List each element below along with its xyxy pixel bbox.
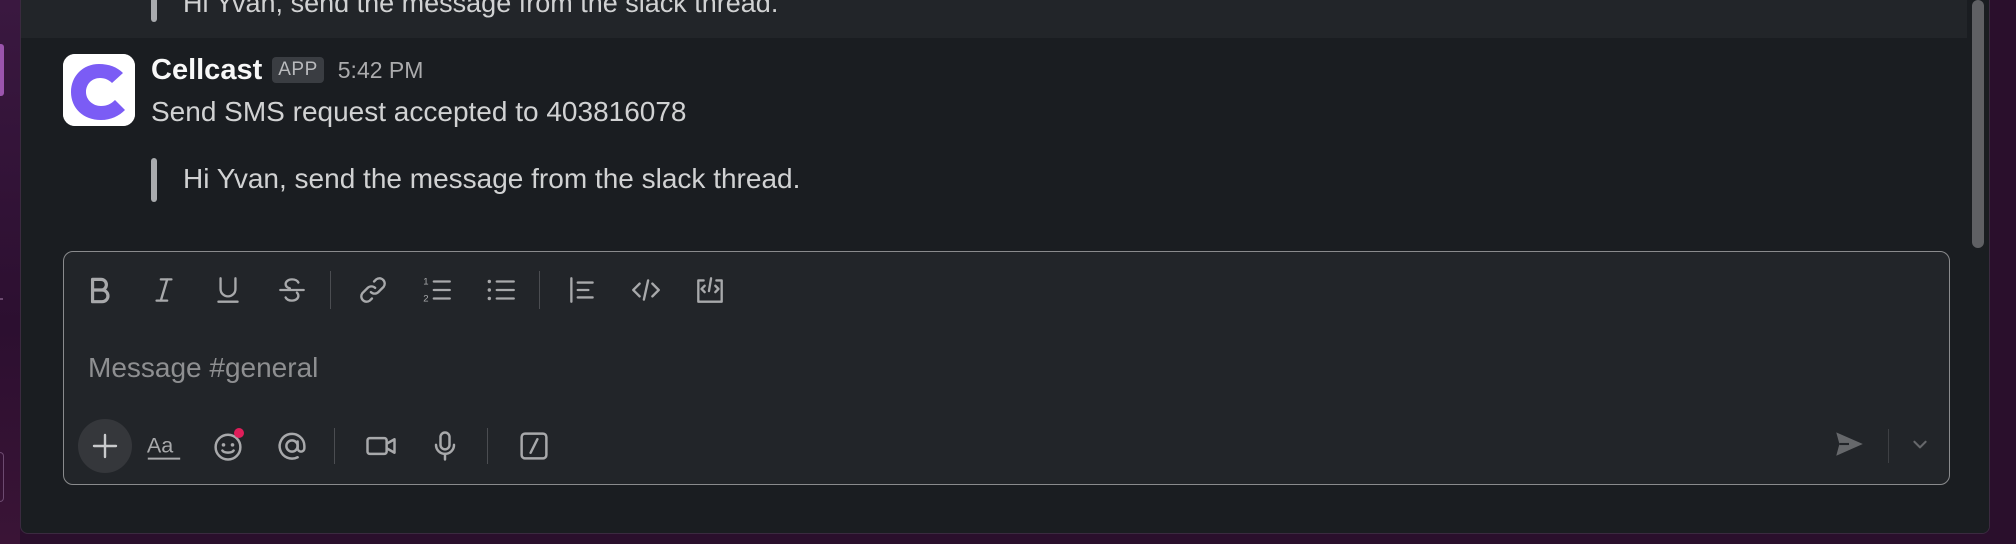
blockquote-icon	[570, 277, 594, 303]
bulleted-list-button[interactable]	[479, 268, 523, 312]
toolbar-divider	[539, 271, 540, 309]
code-block-button[interactable]	[688, 268, 732, 312]
strikethrough-button[interactable]	[270, 268, 314, 312]
app-badge: APP	[272, 57, 324, 83]
mention-button[interactable]	[270, 424, 314, 468]
ordered-list-icon: 12	[423, 277, 451, 305]
strikethrough-icon	[279, 278, 305, 302]
video-icon	[366, 436, 396, 456]
composer-actions: Aa	[78, 418, 576, 474]
slash-command-icon	[520, 432, 548, 460]
text-formatting-icon: Aa	[147, 432, 181, 460]
sidebar-item-outline[interactable]	[0, 452, 4, 502]
message-header: Cellcast APP 5:42 PM	[151, 50, 423, 90]
toolbar-divider	[330, 271, 331, 309]
toolbar-divider	[334, 428, 335, 464]
link-button[interactable]	[351, 268, 395, 312]
underline-button[interactable]	[206, 268, 250, 312]
blockquote-button[interactable]	[560, 268, 604, 312]
cellcast-avatar[interactable]	[63, 54, 135, 126]
send-icon	[1836, 431, 1863, 456]
cellcast-logo-icon	[63, 54, 135, 126]
message-timestamp[interactable]: 5:42 PM	[338, 57, 424, 84]
link-icon	[360, 277, 386, 303]
microphone-icon	[434, 431, 456, 461]
format-label: Aa	[147, 432, 173, 457]
mention-icon	[278, 432, 306, 460]
active-workspace-indicator	[0, 44, 4, 96]
scrollbar-thumb[interactable]	[1972, 0, 1984, 248]
text-formatting-button[interactable]: Aa	[142, 424, 186, 468]
send-options-button[interactable]	[1911, 435, 1929, 458]
quote-bar	[151, 0, 157, 22]
message-composer: 12 Aa	[63, 251, 1950, 485]
toolbar-divider	[487, 428, 488, 464]
previous-message[interactable]: Hi Yvan, send the message from the slack…	[21, 0, 1971, 38]
slash-command-button[interactable]	[512, 424, 556, 468]
emoji-button[interactable]	[206, 424, 250, 468]
chevron-down-icon	[1913, 440, 1927, 448]
plus-icon	[92, 433, 118, 459]
sender-name[interactable]: Cellcast	[151, 54, 262, 87]
bold-icon	[90, 277, 110, 304]
italic-button[interactable]	[142, 268, 186, 312]
underline-icon	[217, 277, 239, 303]
code-button[interactable]	[624, 268, 668, 312]
svg-text:2: 2	[423, 294, 428, 305]
italic-icon	[155, 278, 173, 302]
scrollbar-track[interactable]	[1967, 0, 1989, 533]
message-input[interactable]	[88, 348, 1888, 388]
send-divider	[1888, 429, 1889, 463]
quote-bar	[151, 158, 157, 202]
notification-dot	[234, 428, 244, 438]
previous-quote-text: Hi Yvan, send the message from the slack…	[183, 0, 779, 18]
quote-text: Hi Yvan, send the message from the slack…	[183, 163, 801, 194]
bold-button[interactable]	[78, 268, 122, 312]
code-icon	[632, 279, 660, 301]
send-controls	[1832, 424, 1929, 468]
channel-panel: Hi Yvan, send the message from the slack…	[20, 0, 1990, 534]
message-text: Send SMS request accepted to 403816078	[151, 96, 687, 127]
bulleted-list-icon	[487, 279, 515, 301]
formatting-toolbar: 12	[78, 268, 752, 312]
send-button[interactable]	[1832, 427, 1866, 466]
sidebar-divider	[0, 298, 3, 300]
video-clip-button[interactable]	[359, 424, 403, 468]
audio-clip-button[interactable]	[423, 424, 467, 468]
code-block-icon	[697, 277, 723, 303]
svg-text:1: 1	[423, 277, 428, 288]
workspace-sidebar-edge	[0, 0, 20, 544]
attach-button[interactable]	[78, 419, 132, 473]
ordered-list-button[interactable]: 12	[415, 268, 459, 312]
